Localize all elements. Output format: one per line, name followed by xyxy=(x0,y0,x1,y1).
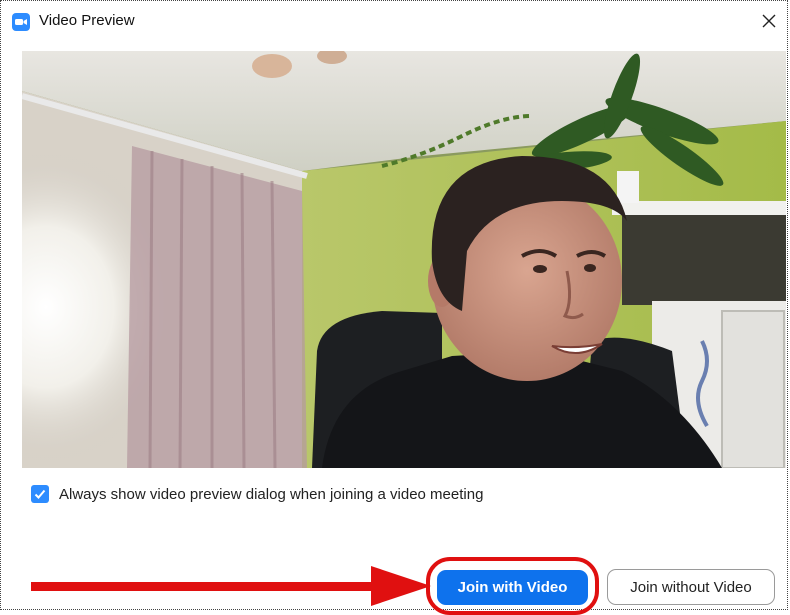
window-title: Video Preview xyxy=(39,12,135,29)
camera-feed-image xyxy=(22,51,786,468)
join-with-video-button[interactable]: Join with Video xyxy=(437,570,588,605)
always-show-preview-checkbox[interactable] xyxy=(31,485,49,503)
always-show-preview-label: Always show video preview dialog when jo… xyxy=(59,485,484,503)
camera-preview xyxy=(22,51,786,468)
close-icon xyxy=(762,14,776,28)
zoom-video-icon xyxy=(12,13,30,31)
title-bar: Video Preview xyxy=(1,1,789,41)
video-preview-window: Video Preview Always show video preview … xyxy=(0,0,789,615)
close-button[interactable] xyxy=(755,7,783,35)
checkmark-icon xyxy=(34,489,46,499)
annotation-arrow-icon xyxy=(31,566,431,606)
preview-option-row[interactable]: Always show video preview dialog when jo… xyxy=(31,481,483,507)
join-without-video-button[interactable]: Join without Video xyxy=(607,569,775,605)
